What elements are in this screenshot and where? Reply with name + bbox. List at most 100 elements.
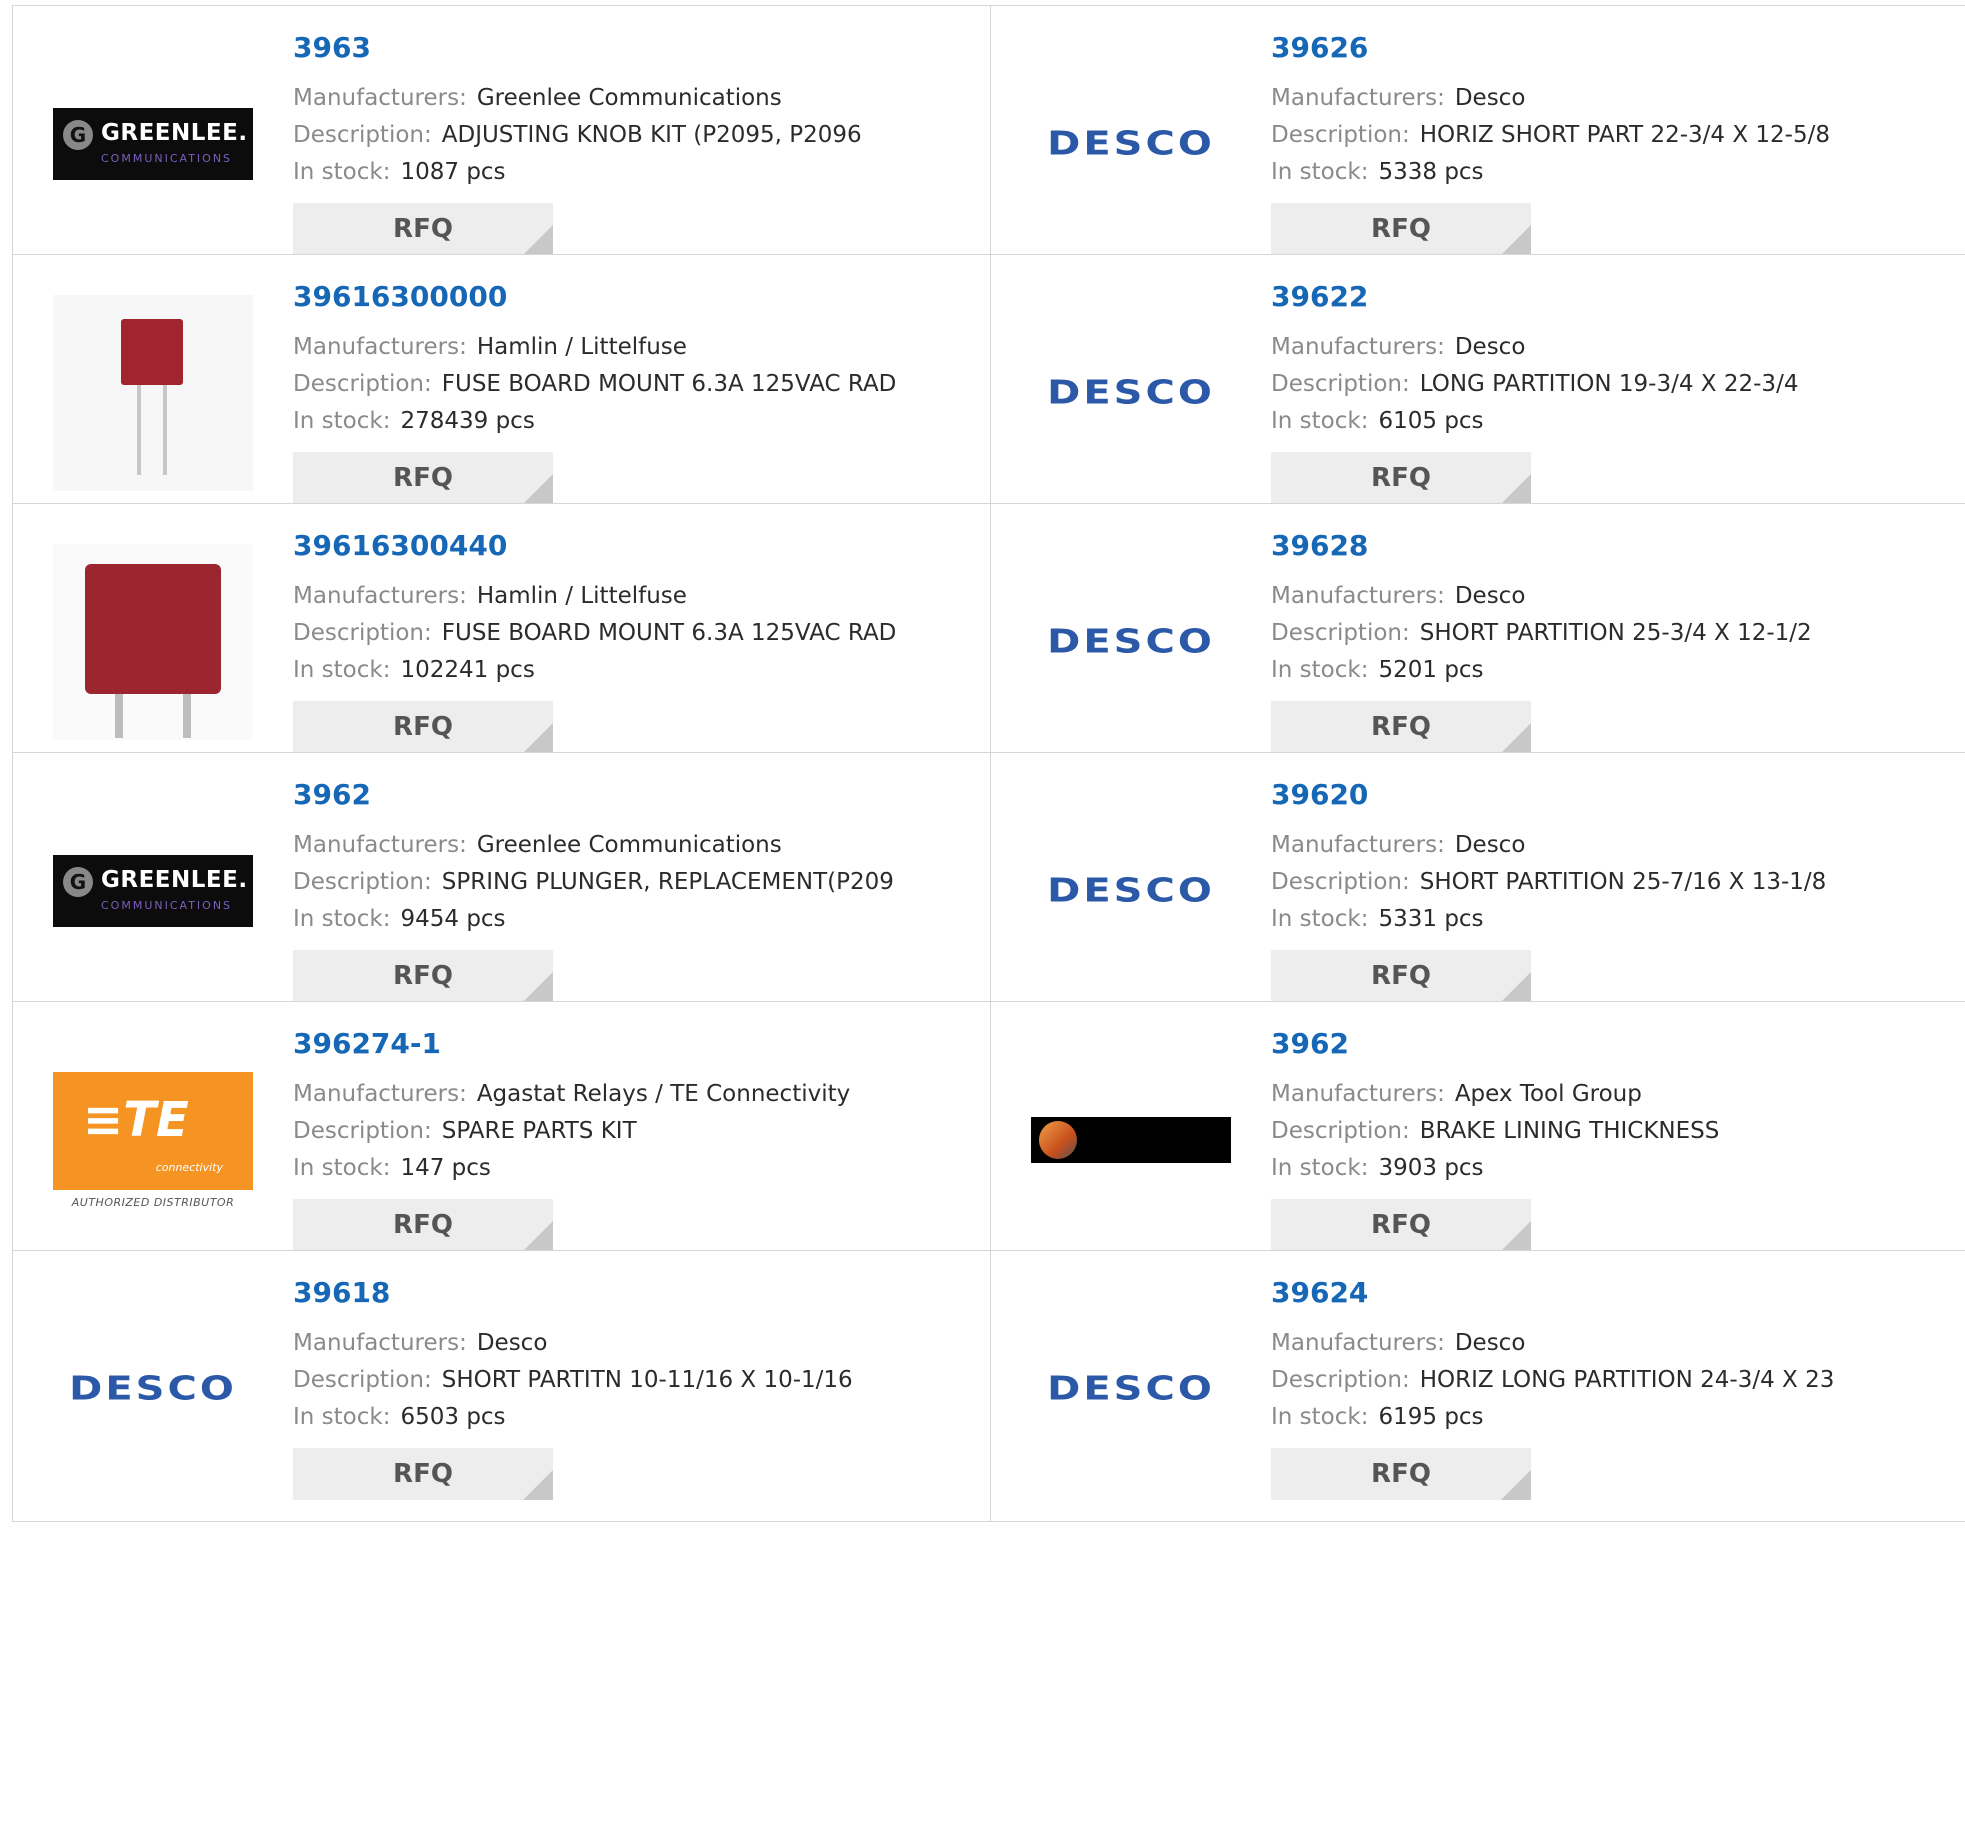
rfq-button[interactable]: RFQ: [293, 452, 553, 504]
product-thumbnail[interactable]: DESCO: [1031, 46, 1231, 242]
description-label: Description:: [1271, 620, 1410, 646]
rfq-label: RFQ: [393, 214, 453, 244]
product-card: 39616300000 Manufacturers: Hamlin / Litte…: [13, 255, 990, 525]
stock-value: 6105 pcs: [1378, 408, 1484, 434]
rfq-corner-decoration: [1501, 972, 1531, 1002]
rfq-button[interactable]: RFQ: [293, 701, 553, 753]
description-label: Description:: [1271, 1367, 1410, 1393]
manufacturer-value: Hamlin / Littelfuse: [476, 334, 687, 360]
rfq-corner-decoration: [1501, 723, 1531, 753]
description-label: Description:: [1271, 122, 1410, 148]
rfq-button[interactable]: RFQ: [1271, 1448, 1531, 1500]
rfq-button[interactable]: RFQ: [1271, 950, 1531, 1002]
te-connectivity-logo: ≡TE connectivity AUTHORIZED DISTRIBUTOR: [53, 1071, 253, 1209]
manufacturer-label: Manufacturers:: [1271, 1330, 1445, 1356]
rfq-corner-decoration: [523, 474, 553, 504]
rfq-button[interactable]: RFQ: [293, 1448, 553, 1500]
description-value: SPARE PARTS KIT: [441, 1118, 637, 1144]
fuse-product-image: [53, 295, 253, 491]
rfq-button[interactable]: RFQ: [1271, 452, 1531, 504]
part-number-link[interactable]: 3962: [1271, 1030, 1719, 1058]
part-number-link[interactable]: 3962: [293, 781, 894, 809]
product-thumbnail[interactable]: G GREENLEE. COMMUNICATIONS: [53, 793, 253, 989]
stock-line: In stock: 147 pcs: [293, 1150, 850, 1187]
manufacturer-line: Manufacturers: Desco: [1271, 578, 1812, 615]
product-thumbnail[interactable]: ≡TE connectivity AUTHORIZED DISTRIBUTOR: [53, 1042, 253, 1238]
product-thumbnail[interactable]: DESCO: [1031, 793, 1231, 989]
stock-value: 9454 pcs: [400, 906, 506, 932]
stock-value: 3903 pcs: [1378, 1155, 1484, 1181]
rfq-label: RFQ: [1371, 214, 1431, 244]
stock-label: In stock:: [1271, 906, 1369, 932]
part-number-link[interactable]: 39616300000: [293, 283, 896, 311]
product-card: 3962 Manufacturers: Apex Tool Group Descr…: [991, 1002, 1965, 1272]
product-thumbnail[interactable]: G GREENLEE. COMMUNICATIONS: [53, 46, 253, 242]
part-number-link[interactable]: 39618: [293, 1279, 853, 1307]
description-value: HORIZ SHORT PART 22-3/4 X 12-5/8: [1419, 122, 1830, 148]
stock-line: In stock: 3903 pcs: [1271, 1150, 1719, 1187]
stock-value: 278439 pcs: [400, 408, 535, 434]
stock-label: In stock:: [1271, 408, 1369, 434]
stock-line: In stock: 6105 pcs: [1271, 403, 1798, 440]
greenlee-logo: G GREENLEE. COMMUNICATIONS: [53, 108, 253, 180]
stock-line: In stock: 278439 pcs: [293, 403, 896, 440]
manufacturer-line: Manufacturers: Greenlee Communications: [293, 827, 894, 864]
rfq-corner-decoration: [1501, 474, 1531, 504]
rfq-button[interactable]: RFQ: [293, 1199, 553, 1251]
description-label: Description:: [293, 869, 432, 895]
stock-value: 1087 pcs: [400, 159, 506, 185]
description-line: Description: HORIZ LONG PARTITION 24-3/4 …: [1271, 1362, 1834, 1399]
rfq-label: RFQ: [393, 712, 453, 742]
manufacturer-value: Desco: [1454, 1330, 1526, 1356]
part-number-link[interactable]: 39626: [1271, 34, 1830, 62]
rfq-button[interactable]: RFQ: [1271, 1199, 1531, 1251]
product-row: DESCO 39618 Manufacturers: Desco Descript…: [12, 1250, 1965, 1522]
stock-line: In stock: 6195 pcs: [1271, 1399, 1834, 1436]
stock-value: 147 pcs: [400, 1155, 491, 1181]
stock-value: 6195 pcs: [1378, 1404, 1484, 1430]
rfq-label: RFQ: [1371, 712, 1431, 742]
stock-value: 5331 pcs: [1378, 906, 1484, 932]
part-number-link[interactable]: 396274-1: [293, 1030, 850, 1058]
rfq-label: RFQ: [1371, 961, 1431, 991]
desco-logo: DESCO: [1047, 872, 1215, 910]
description-label: Description:: [293, 1118, 432, 1144]
rfq-button[interactable]: RFQ: [1271, 701, 1531, 753]
product-info: 39616300440 Manufacturers: Hamlin / Litte…: [293, 532, 896, 753]
product-row: G GREENLEE. COMMUNICATIONS 3963 Manufact…: [12, 5, 1965, 277]
product-thumbnail[interactable]: DESCO: [1031, 1291, 1231, 1487]
product-row: 39616300440 Manufacturers: Hamlin / Litte…: [12, 503, 1965, 775]
manufacturer-value: Desco: [1454, 334, 1526, 360]
part-number-link[interactable]: 39622: [1271, 283, 1798, 311]
stock-value: 102241 pcs: [400, 657, 535, 683]
stock-label: In stock:: [1271, 1155, 1369, 1181]
manufacturer-label: Manufacturers:: [293, 832, 467, 858]
product-info: 39622 Manufacturers: Desco Description: LO…: [1271, 283, 1798, 504]
part-number-link[interactable]: 39624: [1271, 1279, 1834, 1307]
product-thumbnail[interactable]: DESCO: [53, 1291, 253, 1487]
product-card: ≡TE connectivity AUTHORIZED DISTRIBUTOR …: [13, 1002, 990, 1272]
product-info: 39626 Manufacturers: Desco Description: HO…: [1271, 34, 1830, 255]
part-number-link[interactable]: 3963: [293, 34, 862, 62]
product-card: DESCO 39622 Manufacturers: Desco Descript…: [991, 255, 1965, 525]
description-line: Description: LONG PARTITION 19-3/4 X 22-3…: [1271, 366, 1798, 403]
part-number-link[interactable]: 39628: [1271, 532, 1812, 560]
rfq-button[interactable]: RFQ: [293, 203, 553, 255]
product-thumbnail[interactable]: DESCO: [1031, 295, 1231, 491]
product-thumbnail[interactable]: [1031, 1042, 1231, 1238]
product-thumbnail[interactable]: [53, 544, 253, 740]
product-thumbnail[interactable]: [53, 295, 253, 491]
product-info: 3963 Manufacturers: Greenlee Communicatio…: [293, 34, 862, 255]
stock-label: In stock:: [293, 906, 391, 932]
rfq-button[interactable]: RFQ: [293, 950, 553, 1002]
rfq-label: RFQ: [1371, 463, 1431, 493]
manufacturer-label: Manufacturers:: [293, 85, 467, 111]
description-label: Description:: [293, 1367, 432, 1393]
part-number-link[interactable]: 39620: [1271, 781, 1826, 809]
rfq-button[interactable]: RFQ: [1271, 203, 1531, 255]
part-number-link[interactable]: 39616300440: [293, 532, 896, 560]
manufacturer-value: Desco: [1454, 832, 1526, 858]
description-line: Description: ADJUSTING KNOB KIT (P2095, P…: [293, 117, 862, 154]
product-thumbnail[interactable]: DESCO: [1031, 544, 1231, 740]
product-info: 39628 Manufacturers: Desco Description: SH…: [1271, 532, 1812, 753]
